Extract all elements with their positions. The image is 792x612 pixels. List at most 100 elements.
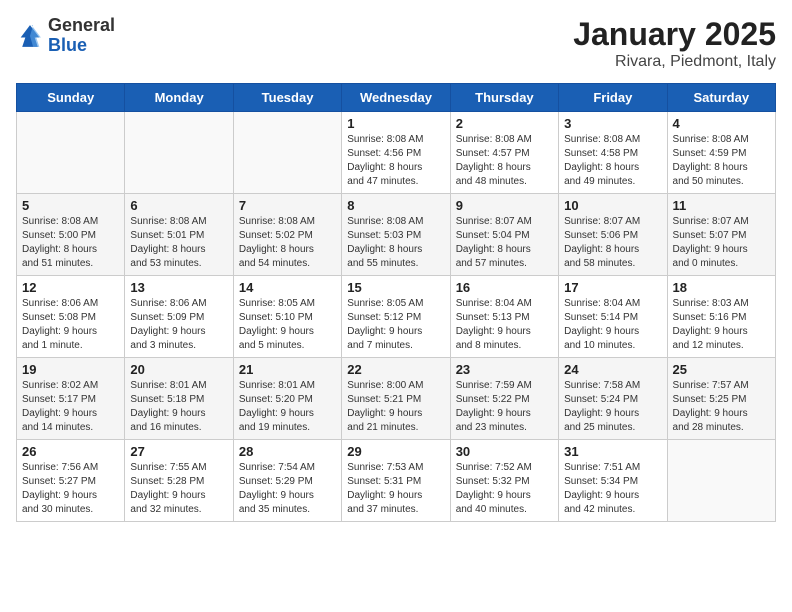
day-info: Sunrise: 8:04 AM Sunset: 5:13 PM Dayligh… <box>456 297 553 353</box>
location: Rivara, Piedmont, Italy <box>573 53 776 71</box>
day-number: 4 <box>673 116 770 131</box>
calendar-table: SundayMondayTuesdayWednesdayThursdayFrid… <box>16 83 776 522</box>
day-info: Sunrise: 8:05 AM Sunset: 5:10 PM Dayligh… <box>239 297 336 353</box>
day-number: 29 <box>347 444 444 459</box>
calendar-day-cell: 13Sunrise: 8:06 AM Sunset: 5:09 PM Dayli… <box>125 276 233 358</box>
day-number: 30 <box>456 444 553 459</box>
day-number: 28 <box>239 444 336 459</box>
day-info: Sunrise: 8:08 AM Sunset: 4:56 PM Dayligh… <box>347 133 444 189</box>
calendar-day-cell: 16 Sunrise: 8:04 AM Sunset: 5:13 PM Dayli… <box>450 276 558 358</box>
calendar-day-cell: 18Sunrise: 8:03 AM Sunset: 5:16 PM Dayli… <box>667 276 775 358</box>
calendar-day-cell: 28 Sunrise: 7:54 AM Sunset: 5:29 PM Dayli… <box>233 440 341 522</box>
calendar-day-cell: 25 Sunrise: 7:57 AM Sunset: 5:25 PM Dayli… <box>667 358 775 440</box>
day-number: 26 <box>22 444 119 459</box>
day-number: 19 <box>22 362 119 377</box>
calendar-day-cell: 8 Sunrise: 8:08 AM Sunset: 5:03 PM Daylig… <box>342 194 450 276</box>
day-info: Sunrise: 7:51 AM Sunset: 5:34 PM Dayligh… <box>564 461 661 517</box>
month-title: January 2025 <box>573 16 776 53</box>
calendar-day-cell <box>125 112 233 194</box>
day-info: Sunrise: 8:08 AM Sunset: 5:02 PM Dayligh… <box>239 215 336 271</box>
day-info: Sunrise: 7:52 AM Sunset: 5:32 PM Dayligh… <box>456 461 553 517</box>
calendar-day-cell: 5 Sunrise: 8:08 AM Sunset: 5:00 PM Daylig… <box>17 194 125 276</box>
calendar-day-cell: 15 Sunrise: 8:05 AM Sunset: 5:12 PM Dayli… <box>342 276 450 358</box>
day-info: Sunrise: 8:00 AM Sunset: 5:21 PM Dayligh… <box>347 379 444 435</box>
day-info: Sunrise: 8:01 AM Sunset: 5:20 PM Dayligh… <box>239 379 336 435</box>
calendar-day-cell: 17Sunrise: 8:04 AM Sunset: 5:14 PM Dayli… <box>559 276 667 358</box>
day-info: Sunrise: 8:02 AM Sunset: 5:17 PM Dayligh… <box>22 379 119 435</box>
day-info: Sunrise: 7:55 AM Sunset: 5:28 PM Dayligh… <box>130 461 227 517</box>
calendar-day-cell: 3 Sunrise: 8:08 AM Sunset: 4:58 PM Daylig… <box>559 112 667 194</box>
calendar-day-cell: 11Sunrise: 8:07 AM Sunset: 5:07 PM Dayli… <box>667 194 775 276</box>
day-number: 20 <box>130 362 227 377</box>
day-info: Sunrise: 8:06 AM Sunset: 5:09 PM Dayligh… <box>130 297 227 353</box>
day-info: Sunrise: 7:54 AM Sunset: 5:29 PM Dayligh… <box>239 461 336 517</box>
day-number: 12 <box>22 280 119 295</box>
day-number: 23 <box>456 362 553 377</box>
weekday-header-row: SundayMondayTuesdayWednesdayThursdayFrid… <box>17 84 776 112</box>
calendar-day-cell: 4 Sunrise: 8:08 AM Sunset: 4:59 PM Daylig… <box>667 112 775 194</box>
calendar-week-row: 12 Sunrise: 8:06 AM Sunset: 5:08 PM Dayli… <box>17 276 776 358</box>
day-number: 31 <box>564 444 661 459</box>
day-info: Sunrise: 7:59 AM Sunset: 5:22 PM Dayligh… <box>456 379 553 435</box>
calendar-day-cell: 27 Sunrise: 7:55 AM Sunset: 5:28 PM Dayli… <box>125 440 233 522</box>
day-number: 18 <box>673 280 770 295</box>
day-number: 8 <box>347 198 444 213</box>
day-number: 27 <box>130 444 227 459</box>
day-info: Sunrise: 8:07 AM Sunset: 5:07 PM Dayligh… <box>673 215 770 271</box>
day-number: 1 <box>347 116 444 131</box>
day-number: 21 <box>239 362 336 377</box>
calendar-day-cell <box>233 112 341 194</box>
calendar-day-cell: 6Sunrise: 8:08 AM Sunset: 5:01 PM Daylig… <box>125 194 233 276</box>
weekday-header-thursday: Thursday <box>450 84 558 112</box>
day-number: 17 <box>564 280 661 295</box>
day-info: Sunrise: 8:06 AM Sunset: 5:08 PM Dayligh… <box>22 297 119 353</box>
day-info: Sunrise: 8:08 AM Sunset: 5:00 PM Dayligh… <box>22 215 119 271</box>
calendar-day-cell: 12 Sunrise: 8:06 AM Sunset: 5:08 PM Dayli… <box>17 276 125 358</box>
calendar-day-cell: 23 Sunrise: 7:59 AM Sunset: 5:22 PM Dayli… <box>450 358 558 440</box>
calendar-day-cell: 30 Sunrise: 7:52 AM Sunset: 5:32 PM Dayli… <box>450 440 558 522</box>
calendar-week-row: 5 Sunrise: 8:08 AM Sunset: 5:00 PM Daylig… <box>17 194 776 276</box>
day-number: 25 <box>673 362 770 377</box>
day-number: 9 <box>456 198 553 213</box>
calendar-day-cell: 31 Sunrise: 7:51 AM Sunset: 5:34 PM Dayli… <box>559 440 667 522</box>
day-info: Sunrise: 7:57 AM Sunset: 5:25 PM Dayligh… <box>673 379 770 435</box>
day-info: Sunrise: 8:07 AM Sunset: 5:04 PM Dayligh… <box>456 215 553 271</box>
day-number: 5 <box>22 198 119 213</box>
calendar-day-cell <box>667 440 775 522</box>
logo: General Blue <box>16 16 115 56</box>
calendar-day-cell <box>17 112 125 194</box>
page-header: General Blue January 2025 Rivara, Piedmo… <box>16 16 776 71</box>
day-number: 10 <box>564 198 661 213</box>
day-number: 3 <box>564 116 661 131</box>
day-number: 24 <box>564 362 661 377</box>
day-info: Sunrise: 7:58 AM Sunset: 5:24 PM Dayligh… <box>564 379 661 435</box>
calendar-week-row: 1 Sunrise: 8:08 AM Sunset: 4:56 PM Daylig… <box>17 112 776 194</box>
weekday-header-tuesday: Tuesday <box>233 84 341 112</box>
calendar-day-cell: 26 Sunrise: 7:56 AM Sunset: 5:27 PM Dayli… <box>17 440 125 522</box>
day-info: Sunrise: 7:56 AM Sunset: 5:27 PM Dayligh… <box>22 461 119 517</box>
calendar-day-cell: 2Sunrise: 8:08 AM Sunset: 4:57 PM Daylig… <box>450 112 558 194</box>
day-info: Sunrise: 7:53 AM Sunset: 5:31 PM Dayligh… <box>347 461 444 517</box>
day-info: Sunrise: 8:05 AM Sunset: 5:12 PM Dayligh… <box>347 297 444 353</box>
calendar-day-cell: 24 Sunrise: 7:58 AM Sunset: 5:24 PM Dayli… <box>559 358 667 440</box>
day-number: 15 <box>347 280 444 295</box>
calendar-day-cell: 14Sunrise: 8:05 AM Sunset: 5:10 PM Dayli… <box>233 276 341 358</box>
day-number: 22 <box>347 362 444 377</box>
day-number: 2 <box>456 116 553 131</box>
weekday-header-sunday: Sunday <box>17 84 125 112</box>
calendar-day-cell: 21 Sunrise: 8:01 AM Sunset: 5:20 PM Dayli… <box>233 358 341 440</box>
calendar-day-cell: 29 Sunrise: 7:53 AM Sunset: 5:31 PM Dayli… <box>342 440 450 522</box>
day-info: Sunrise: 8:08 AM Sunset: 4:59 PM Dayligh… <box>673 133 770 189</box>
day-number: 7 <box>239 198 336 213</box>
calendar-day-cell: 1 Sunrise: 8:08 AM Sunset: 4:56 PM Daylig… <box>342 112 450 194</box>
day-info: Sunrise: 8:08 AM Sunset: 5:03 PM Dayligh… <box>347 215 444 271</box>
day-info: Sunrise: 8:01 AM Sunset: 5:18 PM Dayligh… <box>130 379 227 435</box>
day-info: Sunrise: 8:08 AM Sunset: 5:01 PM Dayligh… <box>130 215 227 271</box>
day-info: Sunrise: 8:08 AM Sunset: 4:58 PM Dayligh… <box>564 133 661 189</box>
day-number: 16 <box>456 280 553 295</box>
calendar-day-cell: 22 Sunrise: 8:00 AM Sunset: 5:21 PM Dayli… <box>342 358 450 440</box>
weekday-header-monday: Monday <box>125 84 233 112</box>
calendar-day-cell: 9 Sunrise: 8:07 AM Sunset: 5:04 PM Daylig… <box>450 194 558 276</box>
weekday-header-wednesday: Wednesday <box>342 84 450 112</box>
calendar-day-cell: 19 Sunrise: 8:02 AM Sunset: 5:17 PM Dayli… <box>17 358 125 440</box>
